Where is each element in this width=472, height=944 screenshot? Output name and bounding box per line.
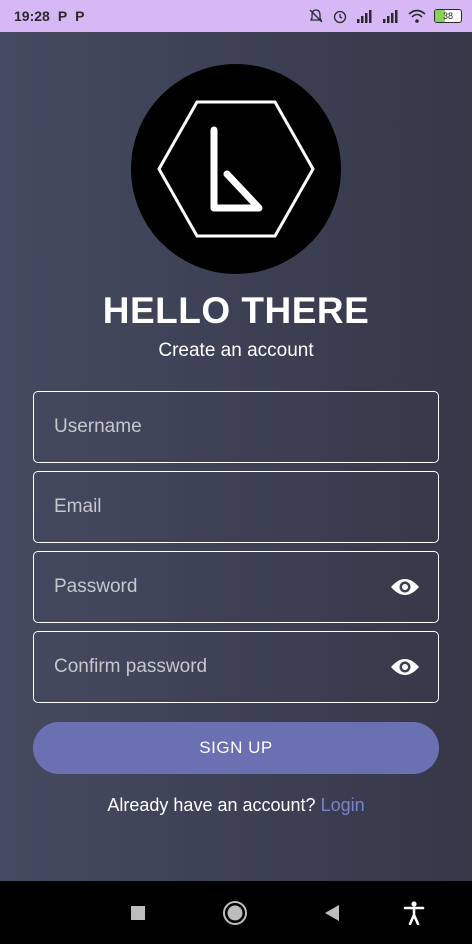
accessibility-icon[interactable]: [402, 900, 426, 926]
confirm-password-field[interactable]: Confirm password: [33, 631, 439, 703]
username-field[interactable]: Username: [33, 391, 439, 463]
battery-icon: 38: [434, 9, 462, 23]
wifi-icon: [408, 9, 426, 23]
password-placeholder: Password: [54, 576, 138, 597]
signal-icon: [383, 10, 398, 23]
email-placeholder: Email: [54, 496, 102, 517]
parking-icon: P: [75, 8, 85, 24]
mute-bell-icon: [309, 9, 323, 23]
back-triangle-icon[interactable]: [320, 901, 344, 925]
recents-square-icon[interactable]: [126, 901, 150, 925]
page-subtitle: Create an account: [158, 340, 314, 361]
alarm-icon: [333, 10, 347, 24]
signal-icon: [357, 10, 372, 23]
app-logo: [131, 64, 341, 274]
hexagon-k-logo-icon: [157, 100, 315, 238]
status-time: 19:28: [14, 8, 50, 24]
eye-icon[interactable]: [390, 577, 420, 597]
password-field[interactable]: Password: [33, 551, 439, 623]
home-circle-icon[interactable]: [222, 900, 248, 926]
confirm-password-placeholder: Confirm password: [54, 656, 208, 677]
status-bar: 19:28 P P 38: [0, 0, 472, 32]
parking-icon: P: [57, 8, 68, 24]
signup-screen: HELLO THERE Create an account Username E…: [0, 32, 472, 881]
login-prompt: Already have an account? Login: [0, 795, 472, 816]
battery-level: 38: [442, 11, 453, 21]
eye-icon[interactable]: [390, 657, 420, 677]
username-placeholder: Username: [54, 416, 142, 437]
page-title: HELLO THERE: [102, 290, 370, 331]
navigation-bar: [0, 881, 472, 944]
email-field[interactable]: Email: [33, 471, 439, 543]
signup-button[interactable]: SIGN UP: [33, 722, 439, 774]
login-link[interactable]: Login: [321, 795, 365, 815]
login-prompt-text: Already have an account?: [107, 795, 316, 815]
